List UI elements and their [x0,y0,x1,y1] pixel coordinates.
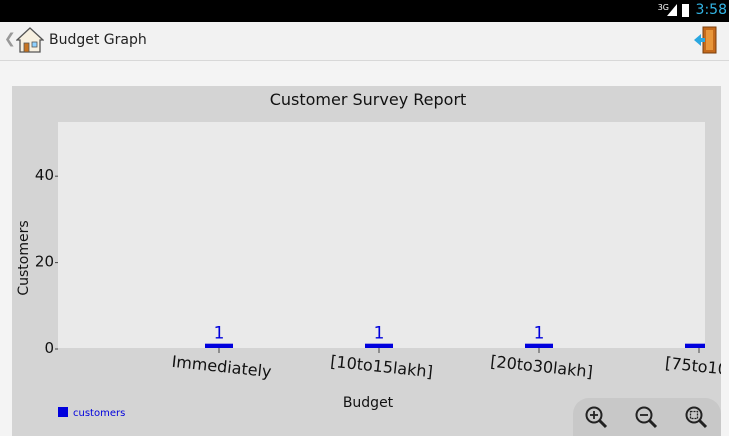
x-tick-label: [75to100 [664,353,721,380]
status-time: 3:58 [695,2,727,18]
bar [685,343,705,348]
up-caret-icon[interactable]: ❮ [4,31,16,47]
legend-swatch [58,407,68,417]
bar [525,343,553,348]
y-tick-label: 20 [35,253,54,271]
chart-title: Customer Survey Report [270,90,467,109]
action-bar: ❮ Budget Graph [0,22,729,61]
x-tick-label: [10to15lakh] [329,352,433,382]
page-title: Budget Graph [49,32,147,48]
y-tick-label: 40 [35,166,54,184]
zoom-in-icon[interactable] [583,404,609,430]
signal-icon [667,4,677,16]
zoom-controls [573,398,721,436]
bar-value-label: 1 [374,324,385,344]
bar [205,343,233,348]
x-axis-label: Budget [343,395,394,411]
x-tick-label: Immediately [171,352,273,381]
bar-chart: Customer Survey Report 0 20 40 Customers Budg… [16,90,721,419]
chart-panel: Customer Survey Report 0 20 40 Customers Budg… [12,86,721,436]
home-icon[interactable] [16,26,44,54]
legend-label: customers [73,408,125,419]
status-bar: 3G 3:58 [0,0,729,22]
x-tick-label: [20to30lakh] [489,352,593,382]
zoom-out-icon[interactable] [633,404,659,430]
zoom-fit-icon[interactable] [683,404,709,430]
exit-door-icon[interactable] [693,26,719,54]
bar [365,343,393,348]
battery-icon [682,4,689,17]
y-tick-label: 0 [44,339,54,357]
bar-value-label: 1 [534,324,545,344]
plot-area [58,122,705,348]
bar-value-label: 1 [214,324,225,344]
y-axis-label: Customers [16,220,32,295]
